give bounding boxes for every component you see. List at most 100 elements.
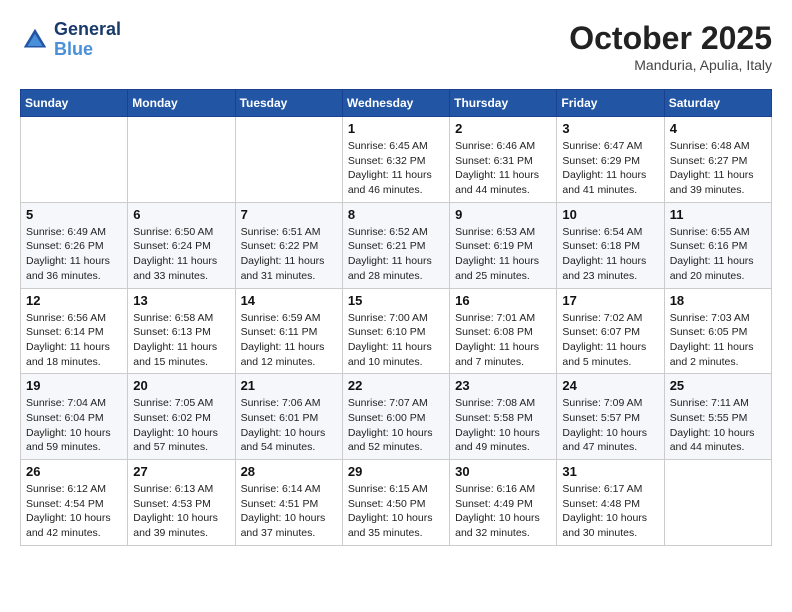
day-number: 6 [133,207,229,222]
weekday-header-friday: Friday [557,90,664,117]
calendar-cell: 5 Sunrise: 6:49 AM Sunset: 6:26 PM Daylig… [21,202,128,288]
weekday-header-sunday: Sunday [21,90,128,117]
calendar-cell: 11 Sunrise: 6:55 AM Sunset: 6:16 PM Dayli… [664,202,771,288]
calendar-cell [664,460,771,546]
day-info: Sunrise: 6:59 AM Sunset: 6:11 PM Dayligh… [241,311,337,370]
day-number: 21 [241,378,337,393]
day-info: Sunrise: 6:15 AM Sunset: 4:50 PM Dayligh… [348,482,444,541]
day-info: Sunrise: 6:55 AM Sunset: 6:16 PM Dayligh… [670,225,766,284]
calendar-cell: 3 Sunrise: 6:47 AM Sunset: 6:29 PM Daylig… [557,117,664,203]
day-number: 12 [26,293,122,308]
day-number: 26 [26,464,122,479]
calendar-cell: 28Sunrise: 6:14 AM Sunset: 4:51 PM Dayli… [235,460,342,546]
calendar-cell: 2 Sunrise: 6:46 AM Sunset: 6:31 PM Daylig… [450,117,557,203]
calendar-cell: 9Sunrise: 6:53 AM Sunset: 6:19 PM Daylig… [450,202,557,288]
day-info: Sunrise: 6:52 AM Sunset: 6:21 PM Dayligh… [348,225,444,284]
calendar-cell: 4 Sunrise: 6:48 AM Sunset: 6:27 PM Daylig… [664,117,771,203]
day-number: 31 [562,464,658,479]
day-number: 17 [562,293,658,308]
calendar-cell: 17 Sunrise: 7:02 AM Sunset: 6:07 PM Dayli… [557,288,664,374]
calendar-week-2: 5 Sunrise: 6:49 AM Sunset: 6:26 PM Daylig… [21,202,772,288]
day-number: 16 [455,293,551,308]
day-number: 24 [562,378,658,393]
month-title: October 2025 [569,20,772,57]
calendar-cell: 12 Sunrise: 6:56 AM Sunset: 6:14 PM Dayli… [21,288,128,374]
day-number: 25 [670,378,766,393]
weekday-header-tuesday: Tuesday [235,90,342,117]
calendar-cell: 31 Sunrise: 6:17 AM Sunset: 4:48 PM Dayli… [557,460,664,546]
day-number: 8 [348,207,444,222]
weekday-header-wednesday: Wednesday [342,90,449,117]
day-info: Sunrise: 7:06 AM Sunset: 6:01 PM Dayligh… [241,396,337,455]
day-info: Sunrise: 6:51 AM Sunset: 6:22 PM Dayligh… [241,225,337,284]
day-number: 19 [26,378,122,393]
calendar-cell: 30 Sunrise: 6:16 AM Sunset: 4:49 PM Dayli… [450,460,557,546]
day-number: 5 [26,207,122,222]
day-number: 4 [670,121,766,136]
day-number: 14 [241,293,337,308]
day-number: 28 [241,464,337,479]
day-info: Sunrise: 7:05 AM Sunset: 6:02 PM Dayligh… [133,396,229,455]
day-info: Sunrise: 7:09 AM Sunset: 5:57 PM Dayligh… [562,396,658,455]
day-info: Sunrise: 6:56 AM Sunset: 6:14 PM Dayligh… [26,311,122,370]
title-block: October 2025 Manduria, Apulia, Italy [569,20,772,73]
day-number: 10 [562,207,658,222]
day-number: 27 [133,464,229,479]
day-info: Sunrise: 7:04 AM Sunset: 6:04 PM Dayligh… [26,396,122,455]
calendar-cell: 23Sunrise: 7:08 AM Sunset: 5:58 PM Dayli… [450,374,557,460]
day-info: Sunrise: 6:12 AM Sunset: 4:54 PM Dayligh… [26,482,122,541]
day-info: Sunrise: 6:54 AM Sunset: 6:18 PM Dayligh… [562,225,658,284]
calendar-body: 1Sunrise: 6:45 AM Sunset: 6:32 PM Daylig… [21,117,772,546]
calendar-week-1: 1Sunrise: 6:45 AM Sunset: 6:32 PM Daylig… [21,117,772,203]
day-info: Sunrise: 7:02 AM Sunset: 6:07 PM Dayligh… [562,311,658,370]
calendar-cell: 15 Sunrise: 7:00 AM Sunset: 6:10 PM Dayli… [342,288,449,374]
calendar-week-4: 19 Sunrise: 7:04 AM Sunset: 6:04 PM Dayli… [21,374,772,460]
day-info: Sunrise: 7:11 AM Sunset: 5:55 PM Dayligh… [670,396,766,455]
day-info: Sunrise: 6:47 AM Sunset: 6:29 PM Dayligh… [562,139,658,198]
day-info: Sunrise: 6:46 AM Sunset: 6:31 PM Dayligh… [455,139,551,198]
calendar-cell: 6 Sunrise: 6:50 AM Sunset: 6:24 PM Daylig… [128,202,235,288]
day-info: Sunrise: 6:58 AM Sunset: 6:13 PM Dayligh… [133,311,229,370]
day-number: 15 [348,293,444,308]
calendar-cell: 10 Sunrise: 6:54 AM Sunset: 6:18 PM Dayli… [557,202,664,288]
day-number: 3 [562,121,658,136]
calendar-cell: 19 Sunrise: 7:04 AM Sunset: 6:04 PM Dayli… [21,374,128,460]
calendar-cell: 18Sunrise: 7:03 AM Sunset: 6:05 PM Dayli… [664,288,771,374]
logo: General Blue [20,20,121,60]
day-number: 9 [455,207,551,222]
day-number: 11 [670,207,766,222]
calendar-cell: 13 Sunrise: 6:58 AM Sunset: 6:13 PM Dayli… [128,288,235,374]
location-subtitle: Manduria, Apulia, Italy [569,57,772,73]
calendar-cell: 1Sunrise: 6:45 AM Sunset: 6:32 PM Daylig… [342,117,449,203]
weekday-header-row: SundayMondayTuesdayWednesdayThursdayFrid… [21,90,772,117]
day-info: Sunrise: 7:07 AM Sunset: 6:00 PM Dayligh… [348,396,444,455]
day-number: 30 [455,464,551,479]
weekday-header-monday: Monday [128,90,235,117]
calendar-cell [21,117,128,203]
calendar-cell: 27 Sunrise: 6:13 AM Sunset: 4:53 PM Dayli… [128,460,235,546]
day-info: Sunrise: 6:17 AM Sunset: 4:48 PM Dayligh… [562,482,658,541]
day-info: Sunrise: 6:13 AM Sunset: 4:53 PM Dayligh… [133,482,229,541]
calendar-cell: 24 Sunrise: 7:09 AM Sunset: 5:57 PM Dayli… [557,374,664,460]
calendar-cell: 22 Sunrise: 7:07 AM Sunset: 6:00 PM Dayli… [342,374,449,460]
day-number: 18 [670,293,766,308]
calendar-cell: 29Sunrise: 6:15 AM Sunset: 4:50 PM Dayli… [342,460,449,546]
weekday-header-thursday: Thursday [450,90,557,117]
day-info: Sunrise: 6:50 AM Sunset: 6:24 PM Dayligh… [133,225,229,284]
calendar-cell: 25 Sunrise: 7:11 AM Sunset: 5:55 PM Dayli… [664,374,771,460]
day-info: Sunrise: 6:48 AM Sunset: 6:27 PM Dayligh… [670,139,766,198]
day-number: 2 [455,121,551,136]
day-number: 13 [133,293,229,308]
calendar-cell: 16Sunrise: 7:01 AM Sunset: 6:08 PM Dayli… [450,288,557,374]
day-number: 1 [348,121,444,136]
calendar-cell: 21 Sunrise: 7:06 AM Sunset: 6:01 PM Dayli… [235,374,342,460]
day-info: Sunrise: 7:00 AM Sunset: 6:10 PM Dayligh… [348,311,444,370]
page-header: General Blue October 2025 Manduria, Apul… [20,20,772,73]
day-info: Sunrise: 6:49 AM Sunset: 6:26 PM Dayligh… [26,225,122,284]
day-number: 23 [455,378,551,393]
day-number: 22 [348,378,444,393]
logo-text: General Blue [54,20,121,60]
logo-icon [20,25,50,55]
calendar-week-3: 12 Sunrise: 6:56 AM Sunset: 6:14 PM Dayli… [21,288,772,374]
day-info: Sunrise: 6:16 AM Sunset: 4:49 PM Dayligh… [455,482,551,541]
